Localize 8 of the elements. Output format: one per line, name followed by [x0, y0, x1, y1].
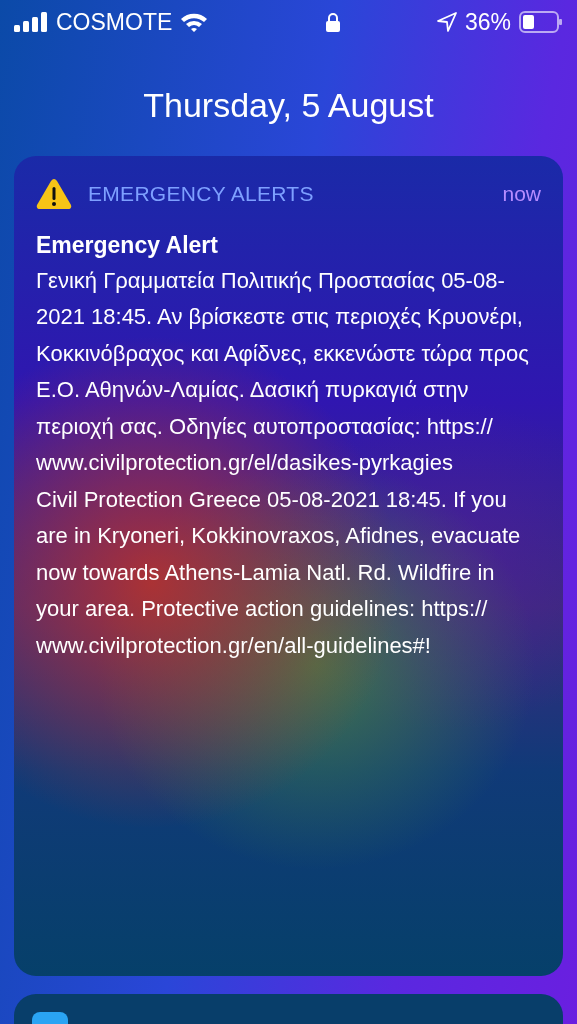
notification-message: Γενική Γραμματεία Πολιτικής Προστασίας 05-08-2021 18:45. Αν βρίσκεστε στις περιοχές Κρυονέρι, Κοκκινόβραχος και Αφίδνες, εκκενώστε τώρα προς Ε.Ο. Αθηνών-Λαμίας. Δασική πυρκαγιά στην περιοχή σας. Οδηγίες αυτοπροστασίας: https:// www.civilprotection.gr/el/dasikes-pyrkagies	[36, 266, 530, 477]
carrier-name: COSMOTE	[56, 7, 173, 37]
app-name: EMERGENCY ALERTS	[88, 181, 314, 208]
notification-title: Emergency Alert	[36, 231, 219, 260]
lock-screen-date: Thursday, 5 August	[142, 85, 435, 126]
notification-time: now	[502, 181, 541, 208]
notification-message: Civil Protection Greece 05-08-2021 18:45. If you are in Kryoneri, Kokkinovraxos, Afidnes, evacuate now towards Athens-Lamia Natl. Rd. Wildfire in your area. Protective action guidelines: https:// www.civilprotection.gr/en/all-guidelines#!	[36, 485, 522, 660]
battery-percentage: 36%	[464, 7, 511, 37]
